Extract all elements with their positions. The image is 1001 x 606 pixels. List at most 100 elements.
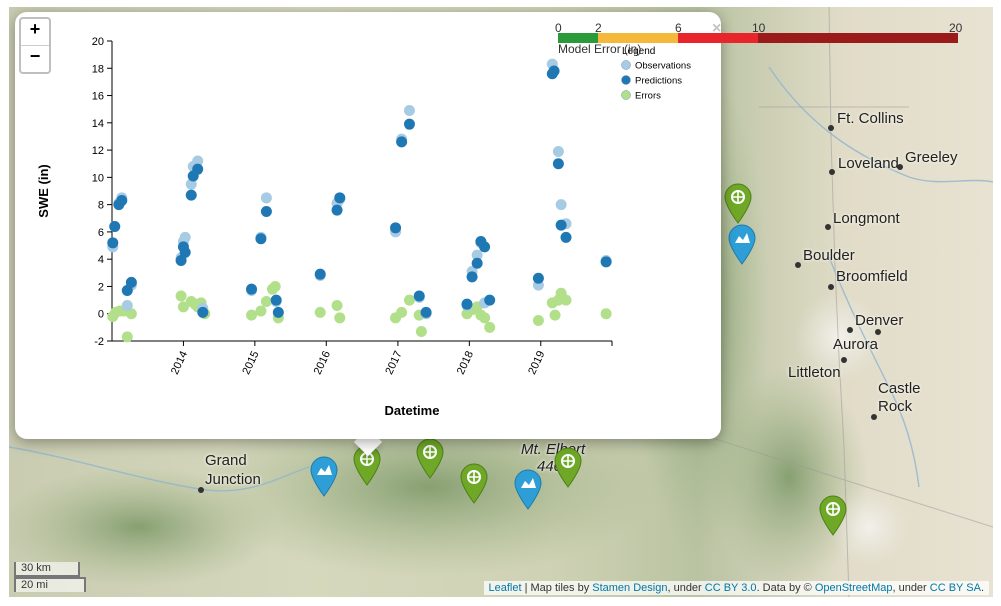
snotel-marker[interactable] — [415, 437, 445, 479]
place-label: Loveland — [838, 155, 899, 172]
data-point-predictions — [471, 257, 483, 269]
data-point-errors — [246, 309, 258, 321]
data-point-observations — [552, 145, 564, 157]
y-axis-label: SWE (in) — [36, 164, 51, 217]
data-point-predictions — [331, 204, 343, 216]
error-scale-title: Model Error (in) — [558, 42, 642, 56]
y-tick-label: 6 — [98, 227, 104, 239]
zoom-in-button[interactable]: + — [21, 19, 49, 45]
x-tick-label: 2018 — [455, 349, 476, 376]
data-point-errors — [314, 306, 326, 318]
cc-by-sa-link[interactable]: CC BY SA — [930, 582, 981, 594]
loveland-dot — [829, 169, 835, 175]
map[interactable]: Ft. Collins Loveland Greeley Longmont Bo… — [9, 7, 993, 597]
scale-bar: 30 km 20 mi — [14, 562, 86, 592]
data-point-predictions — [246, 283, 258, 295]
data-point-errors — [260, 295, 272, 307]
scale-mi: 20 mi — [14, 577, 86, 592]
snotel-marker[interactable] — [553, 446, 583, 488]
data-point-errors — [269, 280, 281, 292]
leaflet-link[interactable]: Leaflet — [489, 582, 522, 594]
place-label: Castle — [878, 380, 921, 397]
longmont-dot — [825, 224, 831, 230]
x-tick-label: 2014 — [169, 349, 190, 376]
x-tick-label: 2015 — [240, 349, 261, 376]
data-point-predictions — [484, 294, 496, 306]
data-point-errors — [175, 290, 187, 302]
data-point-predictions — [420, 306, 432, 318]
place-label: Junction — [205, 471, 261, 488]
stamen-link[interactable]: Stamen Design — [592, 582, 667, 594]
data-point-predictions — [185, 189, 197, 201]
snotel-marker[interactable] — [723, 182, 753, 224]
data-point-predictions — [548, 65, 560, 77]
y-tick-label: 10 — [92, 172, 104, 184]
scale-km: 30 km — [14, 562, 80, 577]
osm-link[interactable]: OpenStreetMap — [815, 582, 893, 594]
data-point-errors — [255, 305, 267, 317]
y-tick-label: 4 — [98, 254, 104, 266]
place-label: Aurora — [833, 336, 879, 353]
data-point-predictions — [600, 256, 612, 268]
data-point-predictions — [466, 271, 478, 283]
data-point-predictions — [413, 290, 425, 302]
data-point-observations — [260, 192, 272, 204]
data-point-errors — [532, 315, 544, 327]
legend-swatch — [621, 90, 631, 100]
zoom-out-button[interactable]: − — [21, 45, 49, 72]
data-point-predictions — [396, 136, 408, 148]
place-label: Rock — [878, 398, 913, 415]
y-tick-label: 12 — [92, 145, 104, 157]
data-point-errors — [479, 312, 491, 324]
legend-swatch — [621, 75, 631, 85]
data-point-predictions — [109, 220, 121, 232]
attribution: Leaflet | Map tiles by Stamen Design, un… — [483, 581, 989, 595]
legend-label: Observations — [635, 61, 691, 72]
y-tick-label: 2 — [98, 281, 104, 293]
station-marker[interactable] — [309, 455, 339, 497]
aurora-dot-2 — [841, 357, 847, 363]
data-point-predictions — [255, 233, 267, 245]
place-label: Littleton — [788, 364, 841, 381]
ft-collins-dot — [828, 125, 834, 131]
x-tick-label: 2017 — [383, 349, 404, 376]
y-tick-label: 20 — [92, 36, 104, 48]
data-point-errors — [560, 294, 572, 306]
data-point-predictions — [192, 163, 204, 175]
error-band-severe — [758, 33, 958, 43]
snotel-marker[interactable] — [818, 494, 848, 536]
data-point-observations — [179, 231, 191, 243]
data-point-predictions — [560, 231, 572, 243]
y-tick-label: 0 — [98, 309, 104, 321]
aurora-dot — [875, 329, 881, 335]
attribution-text: | Map tiles by — [521, 582, 593, 594]
swe-scatter-chart: -2 0 2 4 6 8 10 12 14 16 18 20 2014 2015 2016 2017 2018 2… — [36, 36, 691, 418]
zoom-control: + − — [19, 17, 51, 74]
attribution-text: , under — [892, 582, 930, 594]
station-marker[interactable] — [513, 468, 543, 510]
data-point-predictions — [179, 246, 191, 258]
x-tick-label: 2016 — [312, 349, 333, 376]
data-point-observations — [555, 199, 567, 211]
snotel-marker[interactable] — [459, 462, 489, 504]
data-point-errors — [600, 308, 612, 320]
data-point-predictions — [125, 276, 137, 288]
place-label: Longmont — [833, 210, 900, 227]
data-point-errors — [403, 294, 415, 306]
y-tick-label: -2 — [94, 336, 104, 348]
data-point-predictions — [403, 118, 415, 130]
data-point-predictions — [334, 192, 346, 204]
data-point-predictions — [197, 306, 209, 318]
error-band-high — [678, 33, 758, 43]
chart-popup: -2 0 2 4 6 8 10 12 14 16 18 20 2014 2015 2016 2017 2018 2… — [15, 12, 721, 439]
station-marker[interactable] — [727, 223, 757, 265]
attribution-text: , under — [667, 582, 705, 594]
data-point-predictions — [272, 306, 284, 318]
cc-by-link[interactable]: CC BY 3.0 — [705, 582, 757, 594]
y-tick-label: 16 — [92, 91, 104, 103]
x-axis-label: Datetime — [385, 403, 440, 418]
attribution-text: . Data by © — [756, 582, 815, 594]
data-point-predictions — [461, 298, 473, 310]
grand-junction-dot — [198, 487, 204, 493]
place-label: Grand — [205, 452, 247, 469]
